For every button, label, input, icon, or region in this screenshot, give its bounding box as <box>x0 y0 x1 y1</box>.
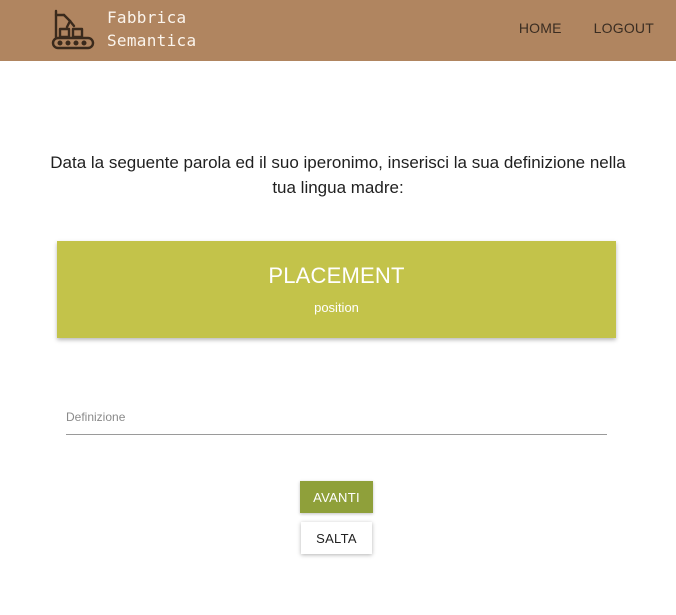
main-nav: HOME LOGOUT <box>519 20 654 36</box>
brand-name: Fabbrica Semantica <box>107 8 197 50</box>
nav-logout-link[interactable]: LOGOUT <box>594 20 654 36</box>
top-navbar: Fabbrica Semantica HOME LOGOUT <box>0 0 676 61</box>
factory-conveyor-robot-icon <box>51 9 95 50</box>
target-word: PLACEMENT <box>268 263 405 288</box>
definition-input[interactable] <box>66 400 607 434</box>
word-card: PLACEMENT position <box>57 241 616 338</box>
task-instruction: Data la seguente parola ed il suo iperon… <box>50 153 626 197</box>
skip-button[interactable]: SALTA <box>301 522 372 554</box>
next-button[interactable]: AVANTI <box>300 481 373 513</box>
nav-home-link[interactable]: HOME <box>519 20 562 36</box>
definition-field <box>66 400 607 435</box>
hypernym: position <box>314 300 359 315</box>
brand[interactable]: Fabbrica Semantica <box>50 6 217 52</box>
